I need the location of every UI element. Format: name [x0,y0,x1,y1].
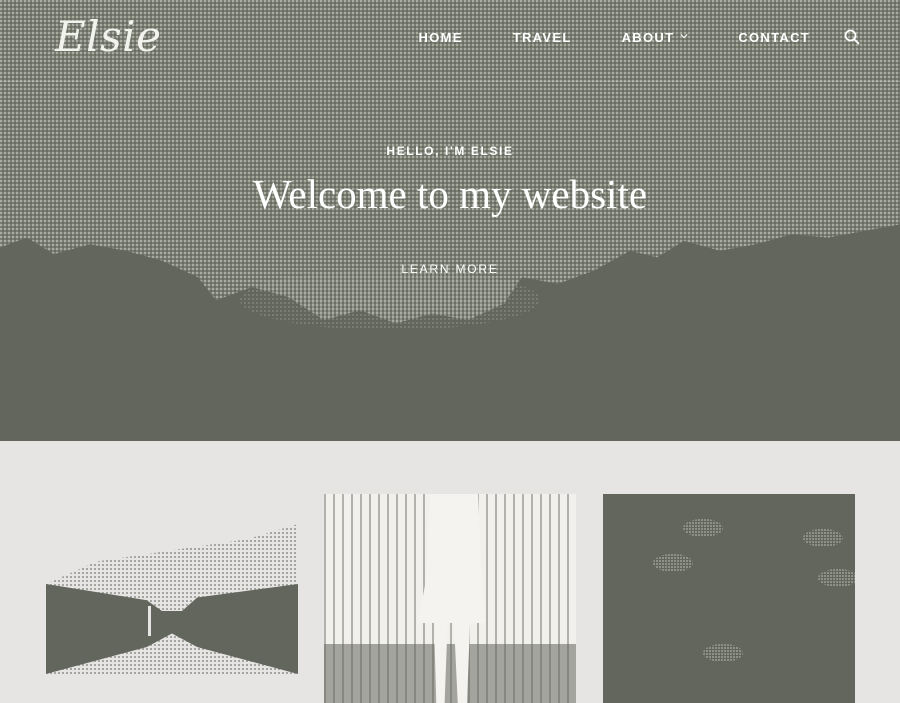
search-icon[interactable] [844,29,860,45]
nav-item-about[interactable]: ABOUT [622,30,689,45]
hero-content: HELLO, I'M ELSIE Welcome to my website L… [0,144,900,280]
post-card-landscape[interactable] [46,494,298,703]
learn-more-button[interactable]: LEARN MORE [395,258,504,280]
nav-item-label: TRAVEL [512,30,572,45]
card-image-tree [148,606,151,636]
site-header: Elsie HOME TRAVEL ABOUT CONTACT [0,0,900,82]
hero-headline: Welcome to my website [252,171,648,217]
nav-item-travel[interactable]: TRAVEL [513,30,572,45]
nav-item-home[interactable]: HOME [419,30,463,45]
post-card-dark[interactable] [603,494,855,703]
nav-item-label: ABOUT [621,30,675,45]
card-image-leaf [653,554,693,572]
nav-item-label: CONTACT [738,30,810,45]
featured-posts [0,441,900,703]
post-card-portrait[interactable] [324,494,576,703]
card-image-leaf [818,569,855,587]
site-logo[interactable]: Elsie [55,12,161,61]
hero-section: Elsie HOME TRAVEL ABOUT CONTACT HELLO, I… [0,0,900,441]
chevron-down-icon [680,33,688,38]
card-image-leaf [683,519,723,537]
nav-item-contact[interactable]: CONTACT [738,30,810,45]
card-image-leaf [703,644,743,662]
main-nav: HOME TRAVEL ABOUT CONTACT [419,29,860,45]
card-image-wall [324,644,576,703]
nav-item-label: HOME [418,30,463,45]
hero-eyebrow: HELLO, I'M ELSIE [386,144,514,158]
card-image-leaf [803,529,843,547]
